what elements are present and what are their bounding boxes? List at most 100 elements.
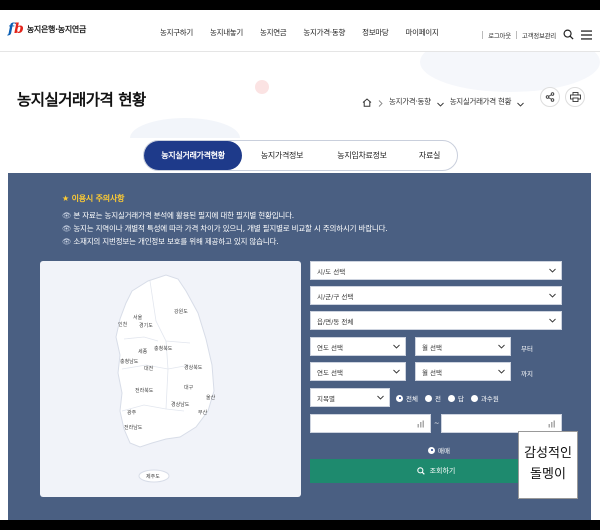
radio-dot (470, 394, 478, 402)
nav-item-find-farmland[interactable]: 농지구하기 (160, 27, 193, 38)
chevron-down-icon (498, 369, 505, 374)
nav-item-price-trends[interactable]: 농지가격·동향 (303, 27, 345, 38)
eye-icon: 👁 (62, 237, 72, 246)
main-nav: 농지구하기 농지내놓기 농지연금 농지가격·동향 정보마당 마이페이지 (160, 27, 456, 38)
jimok-radio-group: 전체 전 답 과수원 (396, 393, 506, 403)
content-tabs: 농지실거래가격현황 농지가격정보 농지임차료정보 자료실 (143, 140, 458, 171)
logo-text: 농지은행·농지연금 (26, 24, 87, 34)
radio-dot (428, 446, 435, 454)
year-from-select[interactable]: 연도 선택 (310, 337, 406, 356)
map-label-jeonbuk[interactable]: 전라북도 (135, 387, 153, 394)
decorative-shape (130, 118, 240, 138)
eye-icon: 👁 (62, 211, 72, 220)
chevron-down-icon (377, 395, 384, 400)
chevron-right-icon (378, 92, 383, 111)
chevron-down-icon (549, 293, 556, 298)
month-to-select[interactable]: 월 선택 (415, 362, 511, 381)
radio-all[interactable]: 전체 (396, 393, 418, 403)
site-header: fb 농지은행·농지연금 농지구하기 농지내놓기 농지연금 농지가격·동향 정보… (0, 10, 600, 52)
map-label-gwangju[interactable]: 광주 (127, 409, 136, 416)
map-label-daegu[interactable]: 대구 (184, 384, 193, 391)
tab-rent-info[interactable]: 농지임차료정보 (322, 141, 402, 170)
star-icon: ★ (62, 194, 69, 203)
divider (515, 30, 517, 39)
chevron-down-icon[interactable] (436, 92, 444, 111)
map-label-daejeon[interactable]: 대전 (144, 365, 153, 372)
signature-stamp: 감성적인 돌멩이 (518, 431, 578, 499)
jimok-select[interactable]: 지목별 (310, 388, 390, 407)
print-icon (569, 92, 581, 102)
search-icon[interactable] (563, 25, 574, 44)
map-label-gyeonggi[interactable]: 경기도 (139, 322, 153, 329)
area-icon (548, 420, 555, 428)
radio-dot (447, 394, 455, 402)
map-label-gyeongbuk[interactable]: 경상북도 (184, 364, 202, 371)
chevron-down-icon (549, 318, 556, 323)
search-icon (416, 467, 425, 475)
breadcrumb-current[interactable]: 농지실거래가격 현황 (450, 96, 512, 107)
eupmyeon-select[interactable]: 읍/면/동 전체 (310, 311, 562, 330)
range-separator: ~ (434, 419, 440, 427)
utility-links: 로그아웃 고객정보관리 (477, 25, 592, 44)
month-from-select[interactable]: 월 선택 (415, 337, 511, 356)
map-label-jeju[interactable]: 제주도 (146, 473, 160, 480)
map-label-incheon[interactable]: 인천 (118, 321, 127, 328)
notice-line: 👁 농지는 지역이나 개별적 특성에 따라 가격 차이가 있으니, 개별 필지별로… (62, 224, 388, 233)
notice-line: 👁 본 자료는 농지실거래가격 분석에 활용된 필지에 대한 필지별 현황입니다. (62, 211, 294, 220)
map-label-sejong[interactable]: 세종 (138, 348, 147, 355)
page-title: 농지실거래가격 현황 (17, 91, 146, 109)
breadcrumb-price-trends[interactable]: 농지가격·동향 (389, 96, 431, 107)
chevron-down-icon (549, 268, 556, 273)
chevron-down-icon (393, 369, 400, 374)
radio-orchard[interactable]: 과수원 (470, 393, 499, 403)
map-label-gangwon[interactable]: 강원도 (174, 308, 188, 315)
map-label-ulsan[interactable]: 울산 (206, 394, 215, 401)
print-button[interactable] (565, 87, 585, 107)
search-panel: ★ 이용시 주의사항 👁 본 자료는 농지실거래가격 분석에 활용된 필지에 대한… (8, 173, 591, 520)
customer-info-link[interactable]: 고객정보관리 (522, 30, 556, 40)
sido-select[interactable]: 시/도 선택 (310, 261, 562, 280)
notice-line: 👁 소재지의 지번정보는 개인정보 보호를 위해 제공하고 있지 않습니다. (62, 237, 279, 246)
tab-transaction-price[interactable]: 농지실거래가격현황 (144, 141, 242, 170)
map-label-seoul[interactable]: 서울 (133, 314, 142, 321)
map-label-chungnam[interactable]: 충청남도 (120, 358, 138, 365)
breadcrumb: 농지가격·동향 농지실거래가격 현황 (362, 92, 530, 111)
trade-radio-group: 매매 (428, 445, 457, 455)
menu-icon[interactable] (581, 25, 592, 44)
tab-price-info[interactable]: 농지가격정보 (242, 141, 322, 170)
decorative-dot (255, 80, 269, 94)
tab-archive[interactable]: 자료실 (402, 141, 457, 170)
map-label-jeonnam[interactable]: 전라남도 (124, 424, 142, 431)
nav-item-info[interactable]: 정보마당 (362, 27, 389, 38)
chevron-down-icon (393, 344, 400, 349)
sigungu-select[interactable]: 시/군/구 선택 (310, 286, 562, 305)
radio-dot (424, 394, 432, 402)
stamp-line: 돌멩이 (530, 467, 566, 482)
share-button[interactable] (540, 87, 560, 107)
title-area: 농지실거래가격 현황 농지가격·동향 농지실거래가격 현황 (0, 52, 600, 138)
radio-field[interactable]: 전 (424, 393, 441, 403)
korea-map (115, 274, 215, 483)
home-icon[interactable] (362, 92, 372, 111)
chevron-down-icon[interactable] (517, 92, 524, 111)
nav-item-mypage[interactable]: 마이페이지 (406, 27, 439, 38)
area-icon (417, 420, 424, 428)
divider (482, 30, 484, 39)
from-label: 부터 (521, 345, 533, 353)
radio-trade[interactable]: 매매 (428, 445, 450, 455)
year-to-select[interactable]: 연도 선택 (310, 362, 406, 381)
share-icon (545, 92, 555, 102)
notice-title: ★ 이용시 주의사항 (62, 194, 125, 203)
map-label-busan[interactable]: 부산 (198, 409, 207, 416)
region-map[interactable]: 서울 인천 경기도 강원도 충청북도 충청남도 세종 대전 경상북도 전라북도 … (40, 261, 301, 497)
site-logo[interactable]: fb 농지은행·농지연금 (8, 21, 86, 37)
map-label-gyeongnam[interactable]: 경상남도 (171, 401, 189, 408)
radio-dot (396, 394, 403, 402)
nav-item-pension[interactable]: 농지연금 (260, 27, 287, 38)
nav-item-list-farmland[interactable]: 농지내놓기 (210, 27, 243, 38)
logout-link[interactable]: 로그아웃 (488, 30, 511, 40)
map-label-chungbuk[interactable]: 충청북도 (154, 345, 172, 352)
search-button-label: 조회하기 (429, 467, 456, 475)
area-min-input[interactable] (310, 414, 431, 433)
radio-paddy[interactable]: 답 (447, 393, 464, 403)
